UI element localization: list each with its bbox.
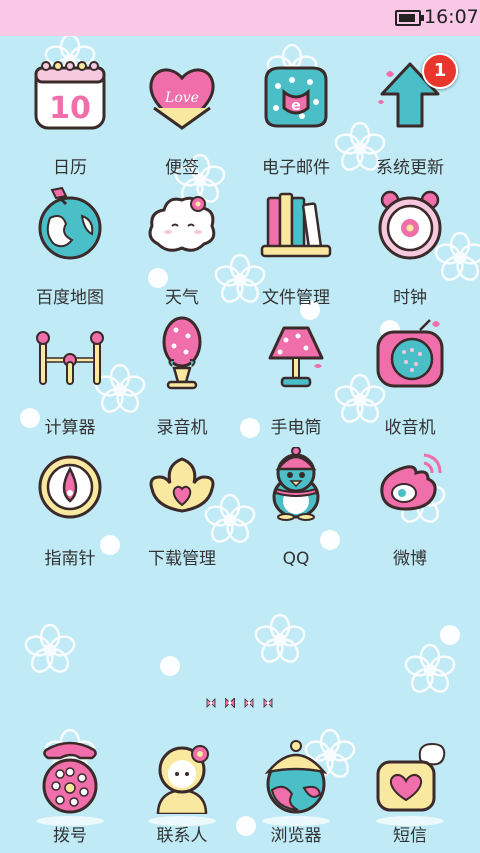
app-label: 微博 (393, 549, 427, 569)
app-label: 文件管理 (262, 288, 330, 308)
svg-text:10: 10 (49, 91, 91, 126)
heart-note-icon: Love (149, 68, 215, 130)
svg-text:Love: Love (164, 90, 199, 106)
app-label: 短信 (393, 826, 427, 846)
dock-contacts[interactable]: 联系人 (122, 730, 242, 853)
app-baidu-map[interactable]: 百度地图 (10, 182, 130, 308)
app-label: 电子邮件 (262, 158, 330, 178)
app-download-manager[interactable]: 下载管理 (122, 443, 242, 569)
page-dot[interactable] (244, 698, 254, 708)
app-label: 联系人 (156, 826, 208, 846)
compass-icon (38, 455, 102, 519)
dock: 拨号 联系人 浏览器 短信 (0, 730, 480, 853)
app-flashlight[interactable]: 手电筒 (236, 312, 356, 438)
app-label: 收音机 (384, 418, 436, 438)
browser-icon (264, 740, 328, 814)
page-dot[interactable] (206, 698, 216, 708)
app-label: 录音机 (156, 418, 208, 438)
app-label: QQ (282, 549, 310, 569)
globe-icon (38, 186, 102, 260)
phone-icon (42, 741, 98, 814)
app-label: 便签 (165, 158, 199, 178)
radio-icon (376, 319, 444, 388)
mail-bag-icon: e (264, 66, 328, 128)
app-calendar[interactable]: 10 日历 (10, 52, 130, 178)
app-label: 下载管理 (148, 549, 216, 569)
app-radio[interactable]: 收音机 (350, 312, 470, 438)
background-flower (24, 623, 76, 673)
status-time: 16:07 (424, 6, 479, 28)
app-label: 系统更新 (376, 158, 444, 178)
app-label: 指南针 (44, 549, 96, 569)
lamp-icon (268, 326, 324, 388)
background-dot (160, 656, 180, 676)
microphone-icon (162, 316, 202, 390)
app-label: 手电筒 (270, 418, 322, 438)
page-indicator[interactable] (206, 695, 276, 711)
page-dot-active[interactable] (225, 698, 235, 708)
background-dot (440, 625, 460, 645)
svg-text:e: e (291, 98, 301, 114)
app-label: 百度地图 (36, 288, 104, 308)
page-dot[interactable] (263, 698, 273, 708)
dock-messages[interactable]: 短信 (350, 730, 470, 853)
battery-icon (395, 10, 424, 26)
background-flower (254, 613, 306, 663)
penguin-icon (272, 447, 320, 521)
app-label: 拨号 (53, 826, 87, 846)
background-flower (404, 643, 456, 693)
calendar-icon: 10 (34, 61, 106, 130)
dock-browser[interactable]: 浏览器 (236, 730, 356, 853)
app-qq[interactable]: QQ (236, 443, 356, 569)
app-recorder[interactable]: 录音机 (122, 312, 242, 438)
clock-icon (378, 190, 442, 260)
app-calculator[interactable]: 计算器 (10, 312, 130, 438)
calculator-icon (36, 331, 104, 385)
app-notes[interactable]: Love 便签 (122, 52, 242, 178)
home-screen: 16:07 10 日历 Love 便签 e 电子邮件 系统更新 1 百度地图 天… (0, 0, 480, 853)
status-bar: 16:07 (0, 0, 480, 36)
contact-icon (156, 745, 209, 814)
app-clock[interactable]: 时钟 (350, 182, 470, 308)
app-label: 浏览器 (270, 826, 322, 846)
download-shell-icon (149, 457, 215, 513)
app-label: 日历 (53, 158, 87, 178)
app-label: 计算器 (44, 418, 96, 438)
app-compass[interactable]: 指南针 (10, 443, 130, 569)
weibo-icon (380, 453, 442, 511)
app-label: 时钟 (393, 288, 427, 308)
app-email[interactable]: e 电子邮件 (236, 52, 356, 178)
app-weather[interactable]: 天气 (122, 182, 242, 308)
app-label: 天气 (165, 288, 199, 308)
notification-badge: 1 (422, 53, 458, 89)
books-icon (260, 192, 332, 258)
dock-dialer[interactable]: 拨号 (10, 730, 130, 853)
cloud-icon (148, 196, 216, 252)
app-weibo[interactable]: 微博 (350, 443, 470, 569)
message-icon (376, 742, 446, 812)
app-file-manager[interactable]: 文件管理 (236, 182, 356, 308)
